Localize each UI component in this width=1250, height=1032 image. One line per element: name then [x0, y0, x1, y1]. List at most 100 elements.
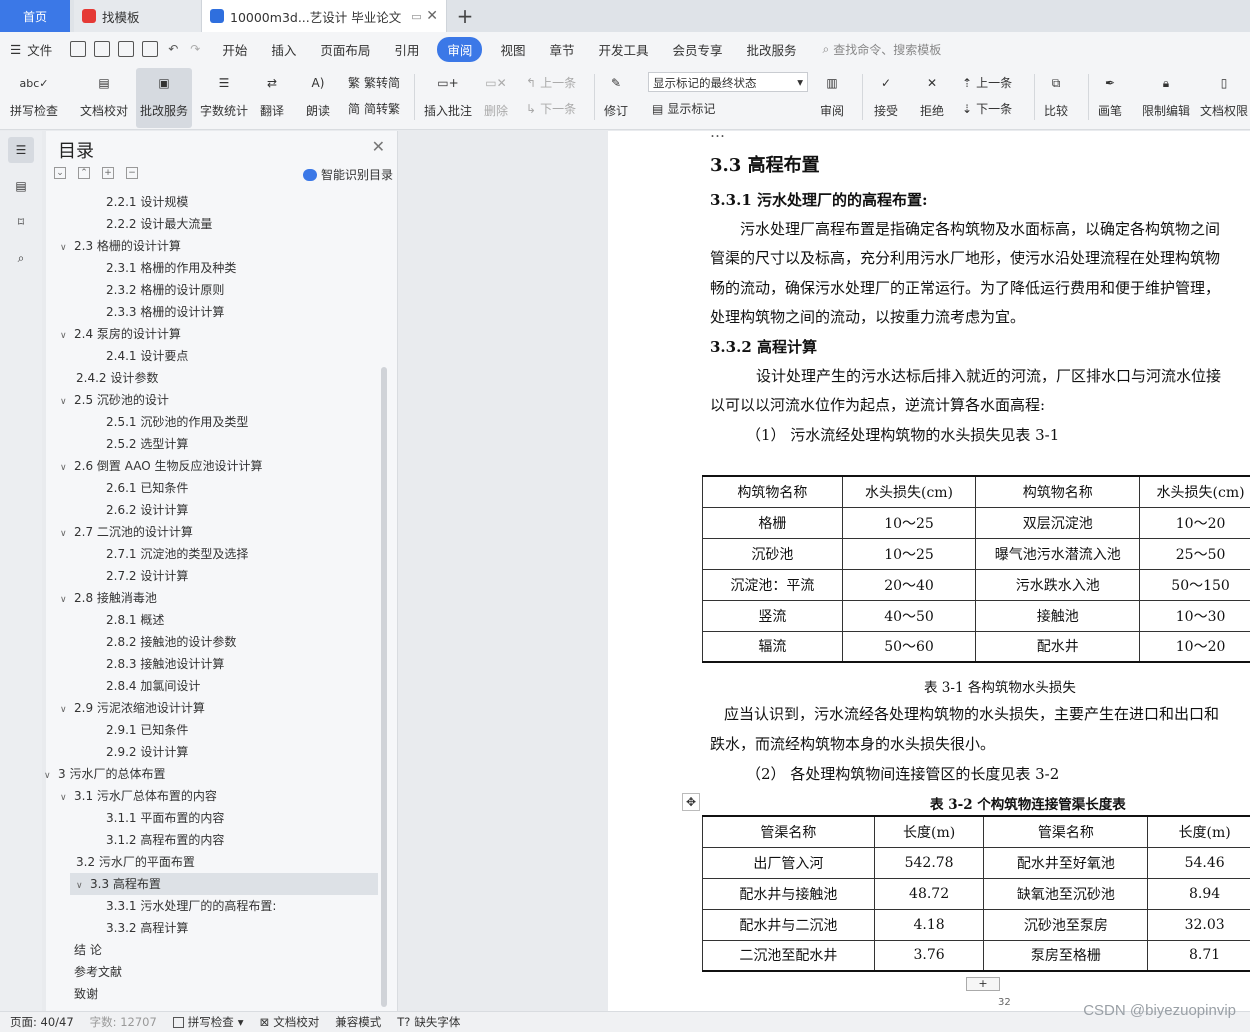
toc-item[interactable]: 2.6.2 设计计算 [106, 499, 188, 521]
wordcount-button[interactable]: ☰ 字数统计 [200, 68, 248, 119]
simp-to-trad-button[interactable]: 简简转繁 [348, 100, 400, 117]
next-comment-button[interactable]: ↳ 下一条 [526, 100, 576, 117]
toc-item[interactable]: ∨ 3.1 污水厂总体布置的内容 [60, 785, 217, 807]
translate-button[interactable]: ⇄ 翻译 [258, 68, 286, 119]
pen-button[interactable]: ✒ 画笔 [1096, 68, 1124, 119]
toc-item[interactable]: 3.2 污水厂的平面布置 [76, 851, 195, 873]
toc-item[interactable]: 致谢 [74, 983, 98, 1005]
menu-layout[interactable]: 页面布局 [320, 37, 370, 62]
chevron-down-icon[interactable]: ∨ [60, 699, 74, 721]
menu-start[interactable]: 开始 [222, 37, 247, 62]
show-markup-button[interactable]: ▤ 显示标记 [652, 100, 715, 117]
toc-item[interactable]: 2.8.3 接触池设计计算 [106, 653, 224, 675]
toc-scrollbar[interactable] [381, 367, 387, 1007]
toc-item[interactable]: 2.5.2 选型计算 [106, 433, 188, 455]
revise-button[interactable]: ✎ 修订 [602, 68, 630, 119]
toc-nav-icon[interactable]: ☰ [8, 137, 34, 163]
menu-correction[interactable]: 批改服务 [747, 37, 797, 62]
plus-icon[interactable]: + [102, 167, 114, 179]
file-menu[interactable]: ☰ 文件 [10, 40, 52, 59]
chevron-down-icon[interactable]: ∨ [60, 457, 74, 479]
proofread-status[interactable]: ⊠ 文档校对 [260, 1014, 320, 1030]
table-move-handle[interactable]: ✥ [682, 793, 700, 811]
toc-item[interactable]: ∨ 2.8 接触消毒池 [60, 587, 157, 609]
undo-icon[interactable]: ↶ [168, 42, 178, 56]
toc-item[interactable]: 2.8.1 概述 [106, 609, 164, 631]
toc-item[interactable]: 参考文献 [74, 961, 122, 983]
toc-item[interactable]: 2.9.2 设计计算 [106, 741, 188, 763]
tab-document[interactable]: 10000m3d...艺设计 毕业论文 ▭ ✕ [202, 0, 447, 32]
insert-comment-button[interactable]: ▭+ 插入批注 [424, 68, 472, 119]
toc-item[interactable]: 2.2.2 设计最大流量 [106, 213, 212, 235]
bookmark-icon[interactable]: ⌑ [8, 209, 34, 235]
toc-item[interactable]: 2.3.1 格栅的作用及种类 [106, 257, 236, 279]
collapse-icon[interactable]: ⌄ [54, 167, 66, 179]
menu-section[interactable]: 章节 [549, 37, 574, 62]
toc-item[interactable]: 2.4.1 设计要点 [106, 345, 188, 367]
menu-reference[interactable]: 引用 [394, 37, 419, 62]
proofread-button[interactable]: ▤ 文档校对 [80, 68, 128, 119]
menu-review[interactable]: 审阅 [437, 36, 483, 62]
toc-item[interactable]: 2.6.1 已知条件 [106, 477, 188, 499]
toc-item[interactable]: ∨ 2.5 沉砂池的设计 [60, 389, 169, 411]
chevron-down-icon[interactable]: ∨ [60, 787, 74, 809]
redo-icon[interactable]: ↷ [190, 42, 200, 56]
tab-zhaomoban[interactable]: 找模板 [74, 0, 202, 32]
toc-item[interactable]: 2.7.1 沉淀池的类型及选择 [106, 543, 248, 565]
print-icon[interactable] [118, 41, 135, 57]
toc-item[interactable]: 2.3.2 格栅的设计原则 [106, 279, 224, 301]
read-aloud-button[interactable]: A) 朗读 [304, 68, 332, 119]
toc-item[interactable]: ∨ 2.6 倒置 AAO 生物反应池设计计算 [60, 455, 263, 477]
export-pdf-icon[interactable] [94, 41, 111, 57]
command-search[interactable]: ⌕ 查找命令、搜索模板 [823, 41, 942, 58]
chevron-down-icon[interactable]: ∨ [60, 391, 74, 413]
restrict-edit-button[interactable]: 🔒︎ 限制编辑 [1142, 68, 1190, 119]
toc-item[interactable]: 2.3.3 格栅的设计计算 [106, 301, 224, 323]
tab-home[interactable]: 首页 [0, 0, 70, 32]
compare-button[interactable]: ⧉ 比较 [1042, 68, 1070, 119]
new-tab-button[interactable]: + [447, 0, 483, 32]
toc-item[interactable]: 2.8.2 接触池的设计参数 [106, 631, 236, 653]
doc-permission-button[interactable]: ▯ 文档权限 [1200, 68, 1248, 119]
toc-item[interactable]: 2.4.2 设计参数 [76, 367, 158, 389]
chevron-down-icon[interactable]: ∨ [44, 765, 58, 787]
toc-item[interactable]: 2.5.1 沉砂池的作用及类型 [106, 411, 248, 433]
toc-item[interactable]: ∨ 2.7 二沉池的设计计算 [60, 521, 193, 543]
add-row-button[interactable]: + [966, 977, 1000, 991]
toc-item[interactable]: 3.1.1 平面布置的内容 [106, 807, 224, 829]
menu-member[interactable]: 会员专享 [672, 37, 722, 62]
chevron-down-icon[interactable]: ∨ [60, 325, 74, 347]
missing-font-status[interactable]: T? 缺失字体 [397, 1014, 460, 1030]
search-icon[interactable]: ⌕ [8, 245, 34, 271]
toc-item[interactable]: 2.9.1 已知条件 [106, 719, 188, 741]
smart-toc-button[interactable]: 智能识别目录 [302, 166, 393, 183]
spellcheck-status[interactable]: 拼写检查 ▾ [172, 1014, 244, 1030]
accept-button[interactable]: ✓ 接受 [872, 68, 900, 119]
toc-item[interactable]: ∨ 2.3 格栅的设计计算 [60, 235, 181, 257]
toc-item[interactable]: 3.1.2 高程布置的内容 [106, 829, 224, 851]
spellcheck-button[interactable]: abc✓ 拼写检查 [10, 68, 58, 119]
chevron-down-icon[interactable]: ∨ [60, 237, 74, 259]
prev-change-button[interactable]: ⇡ 上一条 [962, 74, 1012, 91]
page-indicator[interactable]: 页面: 40/47 [10, 1014, 74, 1030]
menu-devtools[interactable]: 开发工具 [598, 37, 648, 62]
toc-item[interactable]: ∨ 3 污水厂的总体布置 [44, 763, 165, 785]
close-tab-icon[interactable]: ✕ [426, 8, 438, 24]
menu-insert[interactable]: 插入 [271, 37, 296, 62]
prev-comment-button[interactable]: ↰ 上一条 [526, 74, 576, 91]
minus-icon[interactable]: − [126, 167, 138, 179]
print-preview-icon[interactable] [142, 41, 159, 57]
toc-item[interactable]: 3.3.1 污水处理厂的的高程布置: [106, 895, 276, 917]
chapter-nav-icon[interactable]: ▤ [8, 173, 34, 199]
markup-state-select[interactable]: 显示标记的最终状态 ▾ [648, 72, 808, 92]
delete-comment-button[interactable]: ▭✕ 删除 [482, 68, 510, 119]
correction-service-button[interactable]: ▣ 批改服务 [136, 68, 192, 128]
save-icon[interactable] [70, 41, 87, 57]
toc-item[interactable]: 结 论 [74, 939, 102, 961]
toc-item[interactable]: 2.2.1 设计规模 [106, 191, 188, 213]
toc-item[interactable]: 3.3.2 高程计算 [106, 917, 188, 939]
toc-item[interactable]: ∨ 2.4 泵房的设计计算 [60, 323, 181, 345]
toc-item[interactable]: ∨ 2.9 污泥浓缩池设计计算 [60, 697, 205, 719]
chevron-down-icon[interactable]: ∨ [76, 875, 90, 897]
close-icon[interactable]: ✕ [372, 137, 385, 156]
